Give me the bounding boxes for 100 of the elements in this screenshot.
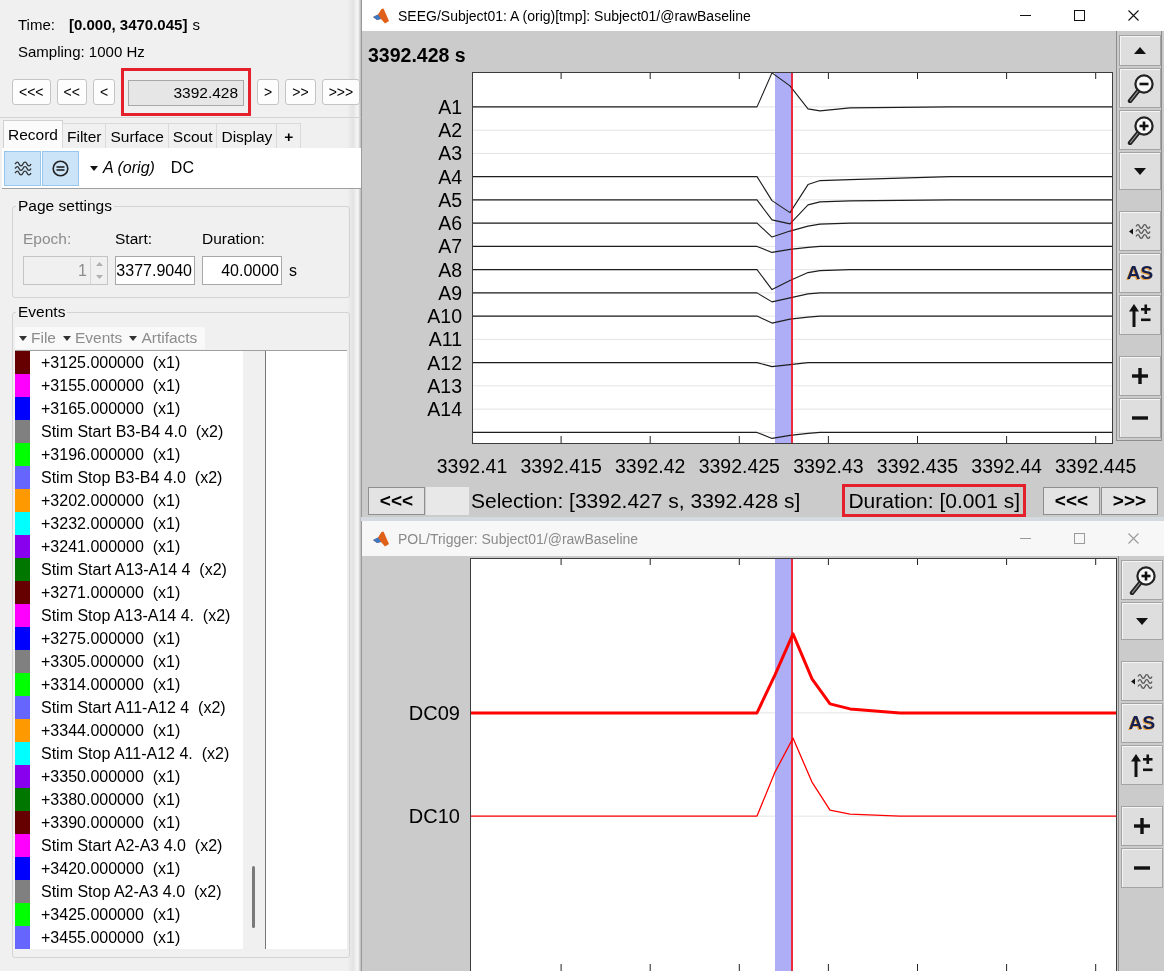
tick-mark [560,435,562,443]
tab[interactable]: + [276,123,302,148]
scrollbar-thumb[interactable] [251,866,255,928]
waveform-toggle[interactable] [4,150,41,186]
decrease-button[interactable] [1119,398,1161,438]
autoscale-button[interactable]: AS [1119,253,1161,293]
caret-down-icon [1134,167,1146,175]
previous-button[interactable]: <<< [368,486,425,515]
zoom-out-button[interactable] [1119,68,1161,108]
start-label: Start: [115,230,153,248]
event-label[interactable]: +3314.000000 (x1) [41,674,181,695]
event-label[interactable]: +3380.000000 (x1) [41,789,181,810]
amplitude-button[interactable] [1119,295,1161,335]
event-label[interactable]: Stim Stop A11-A12 4. (x2) [41,743,230,764]
event-label[interactable]: +3241.000000 (x1) [41,536,181,557]
display-mode-button[interactable] [1121,661,1163,701]
close-icon [1127,533,1139,544]
event-label[interactable]: +3305.000000 (x1) [41,651,181,672]
plus-icon [1134,818,1150,834]
amplitude-button[interactable] [1121,745,1163,785]
page-button[interactable]: <<< [1043,486,1100,515]
event-label[interactable]: +3196.000000 (x1) [41,444,181,465]
scroll-down-button[interactable] [1119,152,1161,190]
scroll-down-button[interactable] [1121,602,1163,640]
event-label[interactable]: +3125.000000 (x1) [41,352,181,373]
time-field[interactable]: 3392.428 [128,80,245,106]
maximize-icon [1073,10,1085,21]
close-icon [1127,10,1139,21]
tick-mark [560,73,562,80]
event-label[interactable]: +3425.000000 (x1) [41,904,181,925]
maximize-icon [1073,533,1085,544]
event-label[interactable]: +3232.000000 (x1) [41,513,181,534]
minus-icon [1134,866,1150,870]
tab[interactable]: Filter [61,123,107,148]
event-label[interactable]: +3275.000000 (x1) [41,628,181,649]
decrease-button[interactable] [1121,848,1163,888]
tick-mark [917,559,918,566]
nav-forward-button[interactable]: > [257,79,280,105]
nav-forward-button[interactable]: >>> [321,79,361,105]
event-label[interactable]: Stim Stop A13-A14 4. (x2) [41,605,231,626]
tick-mark [827,559,829,566]
montage-dropdown[interactable]: A (orig) [90,159,155,177]
caret-up-icon [1134,47,1146,54]
nav-back-button[interactable]: << [56,79,87,105]
start-field[interactable]: 3377.9040 [115,256,195,285]
tab[interactable]: Display [216,123,278,148]
minimize-icon [1019,538,1031,539]
display-mode-button[interactable] [1119,211,1161,251]
channel-label: A3 [438,142,462,165]
event-label[interactable]: +3420.000000 (x1) [41,858,181,879]
blank-panel [426,486,469,515]
channel-label: A13 [427,374,462,397]
tick-mark [1095,963,1097,971]
tick-mark [649,73,651,80]
time-label: Time: [18,15,55,35]
nav-back-button[interactable]: < [92,79,116,105]
sampling-rate: Sampling: 1000 Hz [18,42,145,62]
event-label[interactable]: Stim Stop A2-A3 4.0 (x2) [41,881,222,902]
event-label[interactable]: +3350.000000 (x1) [41,766,181,787]
event-label[interactable]: +3344.000000 (x1) [41,720,181,741]
channel-label: A6 [438,212,462,235]
duration-field[interactable]: 40.0000 [202,256,282,285]
channel-label: A8 [438,258,462,281]
event-label[interactable]: Stim Start A2-A3 4.0 (x2) [41,835,223,856]
tick-mark [1006,435,1008,443]
tick-mark [560,559,562,566]
channel-label: DC10 [408,805,460,828]
tick-mark [649,963,651,971]
zoom-in-button[interactable] [1121,560,1163,600]
channel-label: A1 [438,95,462,118]
event-label[interactable]: Stim Start A11-A12 4 (x2) [41,697,226,718]
event-label[interactable]: +3271.000000 (x1) [41,582,181,603]
event-label[interactable]: +3155.000000 (x1) [41,375,181,396]
time-unit: s [192,15,200,35]
event-label[interactable]: Stim Stop B3-B4 4.0 (x2) [41,467,223,488]
event-label[interactable]: Stim Start A13-A14 4 (x2) [41,559,227,580]
tick-mark [1095,559,1097,566]
event-label[interactable]: +3455.000000 (x1) [41,927,181,948]
event-label[interactable]: Stim Start B3-B4 4.0 (x2) [41,421,224,442]
caret-down-icon [90,165,98,171]
column-toggle[interactable] [42,150,79,186]
tab[interactable]: Record [3,120,63,148]
event-label[interactable]: +3202.000000 (x1) [41,490,181,511]
increase-button[interactable] [1121,806,1163,846]
event-label[interactable]: +3390.000000 (x1) [41,812,181,833]
plus-icon [1132,368,1148,384]
scroll-up-button[interactable] [1119,35,1161,66]
channel-label: A14 [427,398,462,421]
page-button[interactable]: >>> [1101,486,1158,515]
app-logo-icon [372,529,390,548]
nav-forward-button[interactable]: >> [285,79,316,105]
nav-back-button[interactable]: <<< [12,79,51,105]
autoscale-button[interactable]: AS [1121,703,1163,743]
zoom-in-button[interactable] [1119,110,1161,150]
tick-mark [827,73,829,80]
increase-button[interactable] [1119,356,1161,396]
tick-mark [1006,559,1008,566]
tick-mark [1095,435,1097,443]
event-label[interactable]: +3165.000000 (x1) [41,398,181,419]
tick-mark [917,963,918,971]
